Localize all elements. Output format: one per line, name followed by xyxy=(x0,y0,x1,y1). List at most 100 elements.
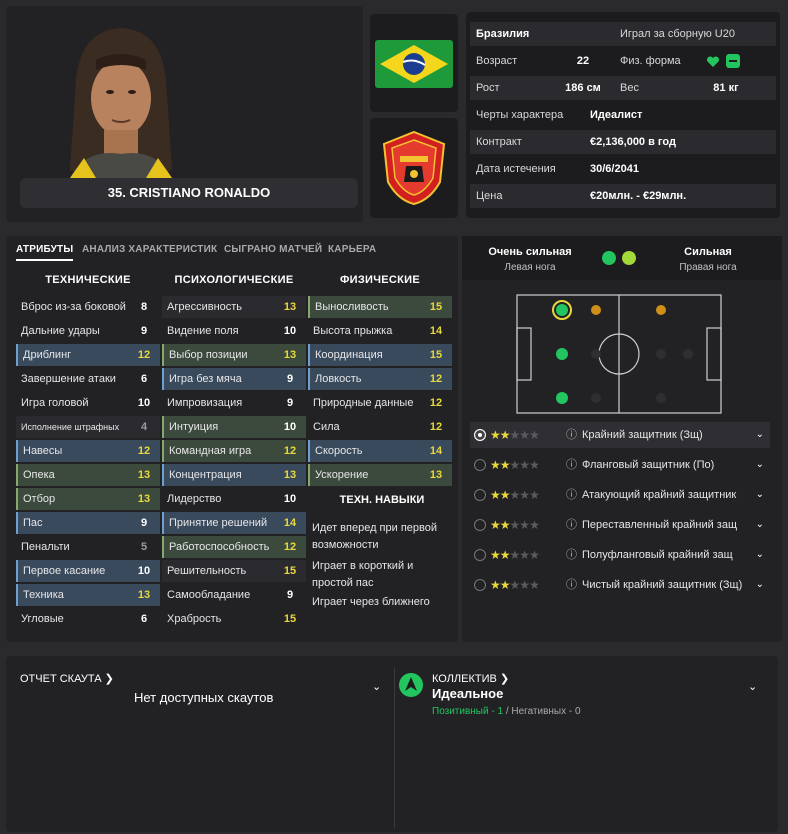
attribute-row[interactable]: Решительность 15 xyxy=(162,560,306,582)
nation-label[interactable]: Бразилия xyxy=(476,22,529,46)
info-icon[interactable]: ⓘ xyxy=(566,482,577,508)
contract-label: Контракт xyxy=(476,136,522,148)
age-value: 22 xyxy=(576,55,590,67)
role-row[interactable]: ★★★★★ ⓘ Чистый крайний защитник (Зщ) ⌄ xyxy=(470,572,770,598)
age-label: Возраст xyxy=(476,55,518,67)
info-icon[interactable]: ⓘ xyxy=(566,422,577,448)
collective-title[interactable]: КОЛЛЕКТИВ ❯ xyxy=(432,672,509,685)
attribute-row[interactable]: Пенальти 5 xyxy=(16,536,160,558)
position-pitch[interactable] xyxy=(516,294,722,414)
traits-title: ТЕХН. НАВЫКИ xyxy=(339,494,425,506)
attribute-row[interactable]: Дриблинг 12 xyxy=(16,344,160,366)
left-foot-dot xyxy=(602,251,616,265)
compass-icon xyxy=(399,673,423,697)
attribute-row[interactable]: Агрессивность 13 xyxy=(162,296,306,318)
attribute-row[interactable]: Лидерство 10 xyxy=(162,488,306,510)
attribute-row[interactable]: Работоспособность 12 xyxy=(162,536,306,558)
personality-label: Черты характера xyxy=(476,109,564,121)
attribute-row[interactable]: Импровизация 9 xyxy=(162,392,306,414)
role-radio[interactable] xyxy=(474,459,486,471)
scout-report-title[interactable]: ОТЧЕТ СКАУТА ❯ xyxy=(20,672,114,685)
tab-attributes[interactable]: АТРИБУТЫ xyxy=(16,244,74,261)
info-icon[interactable]: ⓘ xyxy=(566,542,577,568)
attribute-row[interactable]: Угловые 6 xyxy=(16,608,160,630)
attribute-value: 10 xyxy=(283,421,297,433)
attribute-row[interactable]: Скорость 14 xyxy=(308,440,452,462)
attribute-row[interactable]: Сила 12 xyxy=(308,416,452,438)
role-row[interactable]: ★★★★★ ⓘ Крайний защитник (Зщ) ⌄ xyxy=(470,422,770,448)
chevron-down-icon[interactable]: ⌄ xyxy=(756,452,764,478)
attribute-row[interactable]: Принятие решений 14 xyxy=(162,512,306,534)
role-row[interactable]: ★★★★★ ⓘ Переставленный крайний защ ⌄ xyxy=(470,512,770,538)
attribute-label: Угловые xyxy=(21,613,64,625)
attribute-value: 12 xyxy=(429,397,443,409)
height-value: 186 см xyxy=(565,82,601,94)
attribute-row[interactable]: Игра головой 10 xyxy=(16,392,160,414)
tab-career[interactable]: КАРЬЕРА xyxy=(328,244,376,255)
attribute-value: 6 xyxy=(140,373,148,385)
attribute-row[interactable]: Завершение атаки 6 xyxy=(16,368,160,390)
attribute-row[interactable]: Видение поля 10 xyxy=(162,320,306,342)
role-row[interactable]: ★★★★★ ⓘ Атакующий крайний защитник ⌄ xyxy=(470,482,770,508)
chevron-down-icon[interactable]: ⌄ xyxy=(372,680,381,693)
attribute-row[interactable]: Интуиция 10 xyxy=(162,416,306,438)
role-radio[interactable] xyxy=(474,549,486,561)
attribute-row[interactable]: Пас 9 xyxy=(16,512,160,534)
mental-title: ПСИХОЛОГИЧЕСКИЕ xyxy=(174,274,294,286)
attribute-row[interactable]: Опека 13 xyxy=(16,464,160,486)
info-row-personality: Черты характера Идеалист xyxy=(470,103,776,127)
nation-flag-box[interactable] xyxy=(370,14,458,112)
role-radio[interactable] xyxy=(474,489,486,501)
chevron-down-icon[interactable]: ⌄ xyxy=(756,512,764,538)
attribute-label: Вброс из-за боковой xyxy=(21,301,126,313)
club-badge-icon xyxy=(382,130,446,206)
tab-analysis[interactable]: АНАЛИЗ ХАРАКТЕРИСТИК xyxy=(82,244,217,255)
attribute-value: 9 xyxy=(286,589,294,601)
bottom-panel: ОТЧЕТ СКАУТА ❯ Нет доступных скаутов ⌄ К… xyxy=(6,656,778,832)
attribute-row[interactable]: Самообладание 9 xyxy=(162,584,306,606)
tab-matches[interactable]: СЫГРАНО МАТЧЕЙ xyxy=(224,244,322,255)
attribute-row[interactable]: Отбор 13 xyxy=(16,488,160,510)
no-scouts-text: Нет доступных скаутов xyxy=(134,690,274,705)
attribute-row[interactable]: Дальние удары 9 xyxy=(16,320,160,342)
attribute-row[interactable]: Выносливость 15 xyxy=(308,296,452,318)
chevron-down-icon[interactable]: ⌄ xyxy=(756,542,764,568)
attribute-label: Техника xyxy=(23,589,64,601)
info-icon[interactable]: ⓘ xyxy=(566,452,577,478)
attribute-row[interactable]: Исполнение штрафных 4 xyxy=(16,416,160,438)
role-row[interactable]: ★★★★★ ⓘ Полуфланговый крайний защ ⌄ xyxy=(470,542,770,568)
chevron-down-icon[interactable]: ⌄ xyxy=(748,680,757,693)
attribute-row[interactable]: Природные данные 12 xyxy=(308,392,452,414)
attribute-row[interactable]: Ловкость 12 xyxy=(308,368,452,390)
chevron-down-icon[interactable]: ⌄ xyxy=(756,422,764,448)
attribute-row[interactable]: Ускорение 13 xyxy=(308,464,452,486)
attribute-row[interactable]: Навесы 12 xyxy=(16,440,160,462)
attribute-row[interactable]: Командная игра 12 xyxy=(162,440,306,462)
club-badge-box[interactable] xyxy=(370,118,458,218)
attribute-row[interactable]: Концентрация 13 xyxy=(162,464,306,486)
attribute-value: 10 xyxy=(137,397,151,409)
expiry-value: 30/6/2041 xyxy=(590,163,639,175)
role-radio[interactable] xyxy=(474,579,486,591)
attribute-row[interactable]: Первое касание 10 xyxy=(16,560,160,582)
chevron-down-icon[interactable]: ⌄ xyxy=(756,572,764,598)
trait-item[interactable]: Идет вперед при первой возможности xyxy=(312,520,452,554)
personality-value[interactable]: Идеалист xyxy=(590,103,642,127)
chevron-down-icon[interactable]: ⌄ xyxy=(756,482,764,508)
role-radio[interactable] xyxy=(474,519,486,531)
info-icon[interactable]: ⓘ xyxy=(566,572,577,598)
attribute-row[interactable]: Высота прыжка 14 xyxy=(308,320,452,342)
role-row[interactable]: ★★★★★ ⓘ Фланговый защитник (По) ⌄ xyxy=(470,452,770,478)
attribute-row[interactable]: Координация 15 xyxy=(308,344,452,366)
attribute-row[interactable]: Вброс из-за боковой 8 xyxy=(16,296,160,318)
chevron-right-icon: ❯ xyxy=(499,673,510,685)
attribute-row[interactable]: Игра без мяча 9 xyxy=(162,368,306,390)
attribute-label: Сила xyxy=(313,421,340,433)
info-icon[interactable]: ⓘ xyxy=(566,512,577,538)
trait-item[interactable]: Играет в короткий и простой пас xyxy=(312,558,452,592)
trait-item[interactable]: Играет через ближнего xyxy=(312,594,452,611)
attribute-row[interactable]: Техника 13 xyxy=(16,584,160,606)
attribute-row[interactable]: Выбор позиции 13 xyxy=(162,344,306,366)
role-radio[interactable] xyxy=(474,429,486,441)
attribute-row[interactable]: Храбрость 15 xyxy=(162,608,306,630)
